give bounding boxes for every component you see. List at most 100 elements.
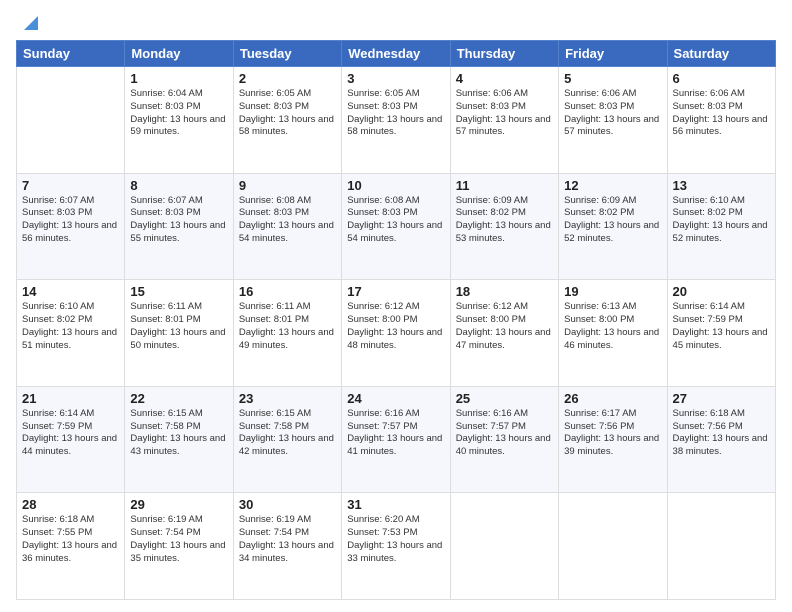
day-number: 1 — [130, 71, 227, 86]
calendar-cell: 25 Sunrise: 6:16 AM Sunset: 7:57 PM Dayli… — [450, 386, 558, 493]
day-info: Sunrise: 6:13 AM Sunset: 8:00 PM Dayligh… — [564, 301, 661, 352]
calendar-cell: 20 Sunrise: 6:14 AM Sunset: 7:59 PM Dayli… — [667, 280, 775, 387]
day-info: Sunrise: 6:15 AM Sunset: 7:58 PM Dayligh… — [239, 408, 336, 459]
calendar-cell: 30Sunrise: 6:19 AM Sunset: 7:54 PM Dayli… — [233, 493, 341, 600]
calendar-cell: 22 Sunrise: 6:15 AM Sunset: 7:58 PM Dayli… — [125, 386, 233, 493]
calendar-cell: 15Sunrise: 6:11 AM Sunset: 8:01 PM Dayli… — [125, 280, 233, 387]
calendar-cell: 3 Sunrise: 6:05 AM Sunset: 8:03 PM Daylig… — [342, 67, 450, 174]
header — [16, 12, 776, 32]
day-number: 27 — [673, 391, 770, 406]
calendar-cell: 26 Sunrise: 6:17 AM Sunset: 7:56 PM Dayli… — [559, 386, 667, 493]
day-number: 24 — [347, 391, 444, 406]
day-number: 28 — [22, 497, 119, 512]
calendar-cell: 9Sunrise: 6:08 AM Sunset: 8:03 PM Daylig… — [233, 173, 341, 280]
calendar-cell: 4Sunrise: 6:06 AM Sunset: 8:03 PM Daylig… — [450, 67, 558, 174]
day-number: 31 — [347, 497, 444, 512]
day-info: Sunrise: 6:11 AM Sunset: 8:01 PM Dayligh… — [130, 301, 227, 352]
day-number: 17 — [347, 284, 444, 299]
calendar-cell: 8Sunrise: 6:07 AM Sunset: 8:03 PM Daylig… — [125, 173, 233, 280]
day-number: 14 — [22, 284, 119, 299]
col-monday: Monday — [125, 41, 233, 67]
calendar-cell: 24Sunrise: 6:16 AM Sunset: 7:57 PM Dayli… — [342, 386, 450, 493]
day-info: Sunrise: 6:06 AM Sunset: 8:03 PM Dayligh… — [673, 88, 770, 139]
day-number: 26 — [564, 391, 661, 406]
day-info: Sunrise: 6:09 AM Sunset: 8:02 PM Dayligh… — [564, 195, 661, 246]
day-info: Sunrise: 6:06 AM Sunset: 8:03 PM Dayligh… — [564, 88, 661, 139]
calendar-week-2: 7 Sunrise: 6:07 AM Sunset: 8:03 PM Daylig… — [17, 173, 776, 280]
day-number: 7 — [22, 178, 119, 193]
day-number: 22 — [130, 391, 227, 406]
day-number: 6 — [673, 71, 770, 86]
calendar-cell — [450, 493, 558, 600]
calendar-cell: 11 Sunrise: 6:09 AM Sunset: 8:02 PM Dayli… — [450, 173, 558, 280]
calendar-cell: 21 Sunrise: 6:14 AM Sunset: 7:59 PM Dayli… — [17, 386, 125, 493]
calendar-cell: 31 Sunrise: 6:20 AM Sunset: 7:53 PM Dayli… — [342, 493, 450, 600]
calendar-cell: 28 Sunrise: 6:18 AM Sunset: 7:55 PM Dayli… — [17, 493, 125, 600]
day-info: Sunrise: 6:05 AM Sunset: 8:03 PM Dayligh… — [347, 88, 444, 139]
calendar-cell: 7Sunrise: 6:07 AM Sunset: 8:03 PM Daylig… — [17, 173, 125, 280]
calendar-cell: 14 Sunrise: 6:10 AM Sunset: 8:02 PM Dayli… — [17, 280, 125, 387]
day-number: 25 — [456, 391, 553, 406]
day-number: 30 — [239, 497, 336, 512]
day-number: 20 — [673, 284, 770, 299]
calendar-cell — [17, 67, 125, 174]
day-info: Sunrise: 6:07 AM Sunset: 8:03 PM Dayligh… — [130, 195, 227, 246]
calendar-cell: 27 Sunrise: 6:18 AM Sunset: 7:56 PM Dayli… — [667, 386, 775, 493]
day-number: 3 — [347, 71, 444, 86]
day-number: 5 — [564, 71, 661, 86]
day-number: 16 — [239, 284, 336, 299]
calendar-week-5: 28 Sunrise: 6:18 AM Sunset: 7:55 PM Dayli… — [17, 493, 776, 600]
day-info: Sunrise: 6:17 AM Sunset: 7:56 PM Dayligh… — [564, 408, 661, 459]
day-info: Sunrise: 6:19 AM Sunset: 7:54 PM Dayligh… — [130, 514, 227, 565]
calendar-cell: 10 Sunrise: 6:08 AM Sunset: 8:03 PM Dayli… — [342, 173, 450, 280]
day-info: Sunrise: 6:18 AM Sunset: 7:55 PM Dayligh… — [22, 514, 119, 565]
day-info: Sunrise: 6:20 AM Sunset: 7:53 PM Dayligh… — [347, 514, 444, 565]
day-info: Sunrise: 6:04 AM Sunset: 8:03 PM Dayligh… — [130, 88, 227, 139]
calendar-cell: 2 Sunrise: 6:05 AM Sunset: 8:03 PM Daylig… — [233, 67, 341, 174]
calendar-cell: 17 Sunrise: 6:12 AM Sunset: 8:00 PM Dayli… — [342, 280, 450, 387]
calendar-cell — [559, 493, 667, 600]
day-number: 10 — [347, 178, 444, 193]
calendar-cell: 12Sunrise: 6:09 AM Sunset: 8:02 PM Dayli… — [559, 173, 667, 280]
day-number: 18 — [456, 284, 553, 299]
logo — [16, 12, 38, 32]
day-number: 11 — [456, 178, 553, 193]
calendar-cell: 16 Sunrise: 6:11 AM Sunset: 8:01 PM Dayli… — [233, 280, 341, 387]
day-number: 19 — [564, 284, 661, 299]
calendar-cell — [667, 493, 775, 600]
day-number: 21 — [22, 391, 119, 406]
day-info: Sunrise: 6:06 AM Sunset: 8:03 PM Dayligh… — [456, 88, 553, 139]
col-sunday: Sunday — [17, 41, 125, 67]
page: Sunday Monday Tuesday Wednesday Thursday… — [0, 0, 792, 612]
day-info: Sunrise: 6:11 AM Sunset: 8:01 PM Dayligh… — [239, 301, 336, 352]
day-info: Sunrise: 6:14 AM Sunset: 7:59 PM Dayligh… — [673, 301, 770, 352]
day-number: 23 — [239, 391, 336, 406]
calendar-cell: 29Sunrise: 6:19 AM Sunset: 7:54 PM Dayli… — [125, 493, 233, 600]
day-number: 9 — [239, 178, 336, 193]
calendar-cell: 1 Sunrise: 6:04 AM Sunset: 8:03 PM Daylig… — [125, 67, 233, 174]
day-info: Sunrise: 6:15 AM Sunset: 7:58 PM Dayligh… — [130, 408, 227, 459]
day-info: Sunrise: 6:12 AM Sunset: 8:00 PM Dayligh… — [456, 301, 553, 352]
calendar-header-row: Sunday Monday Tuesday Wednesday Thursday… — [17, 41, 776, 67]
logo-icon — [18, 12, 38, 32]
day-info: Sunrise: 6:10 AM Sunset: 8:02 PM Dayligh… — [22, 301, 119, 352]
day-number: 13 — [673, 178, 770, 193]
calendar-table: Sunday Monday Tuesday Wednesday Thursday… — [16, 40, 776, 600]
day-info: Sunrise: 6:12 AM Sunset: 8:00 PM Dayligh… — [347, 301, 444, 352]
day-info: Sunrise: 6:09 AM Sunset: 8:02 PM Dayligh… — [456, 195, 553, 246]
col-wednesday: Wednesday — [342, 41, 450, 67]
calendar-week-1: 1 Sunrise: 6:04 AM Sunset: 8:03 PM Daylig… — [17, 67, 776, 174]
calendar-cell: 23 Sunrise: 6:15 AM Sunset: 7:58 PM Dayli… — [233, 386, 341, 493]
day-info: Sunrise: 6:16 AM Sunset: 7:57 PM Dayligh… — [456, 408, 553, 459]
day-info: Sunrise: 6:08 AM Sunset: 8:03 PM Dayligh… — [347, 195, 444, 246]
calendar-cell: 19 Sunrise: 6:13 AM Sunset: 8:00 PM Dayli… — [559, 280, 667, 387]
day-info: Sunrise: 6:18 AM Sunset: 7:56 PM Dayligh… — [673, 408, 770, 459]
day-number: 2 — [239, 71, 336, 86]
col-thursday: Thursday — [450, 41, 558, 67]
day-info: Sunrise: 6:05 AM Sunset: 8:03 PM Dayligh… — [239, 88, 336, 139]
calendar-cell: 5 Sunrise: 6:06 AM Sunset: 8:03 PM Daylig… — [559, 67, 667, 174]
calendar-cell: 18 Sunrise: 6:12 AM Sunset: 8:00 PM Dayli… — [450, 280, 558, 387]
col-tuesday: Tuesday — [233, 41, 341, 67]
day-info: Sunrise: 6:14 AM Sunset: 7:59 PM Dayligh… — [22, 408, 119, 459]
col-saturday: Saturday — [667, 41, 775, 67]
